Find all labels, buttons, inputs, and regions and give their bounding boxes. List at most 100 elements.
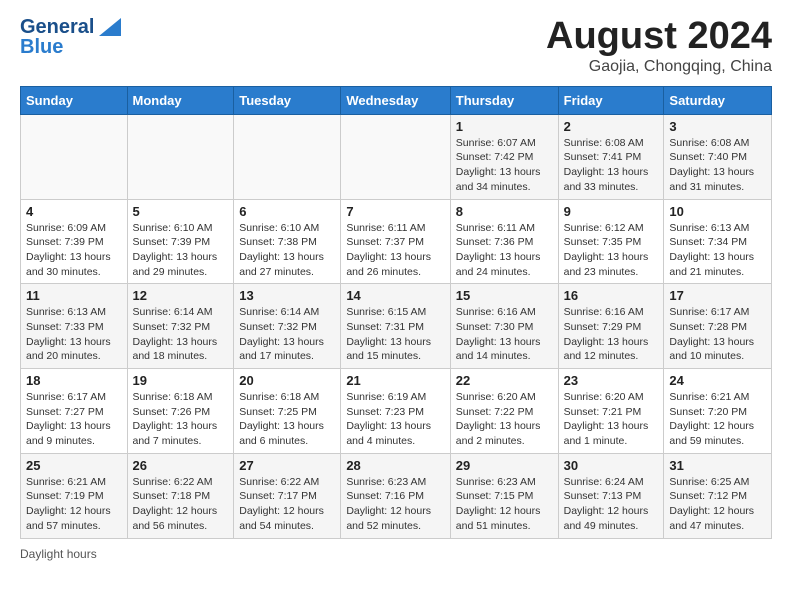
column-header-tuesday: Tuesday <box>234 86 341 114</box>
calendar-week-5: 25 Sunrise: 6:21 AM Sunset: 7:19 PM Dayli… <box>21 453 772 538</box>
calendar-cell: 2 Sunrise: 6:08 AM Sunset: 7:41 PM Daylig… <box>558 114 664 199</box>
day-number: 21 <box>346 373 444 388</box>
column-header-friday: Friday <box>558 86 664 114</box>
column-header-wednesday: Wednesday <box>341 86 450 114</box>
calendar-cell: 3 Sunrise: 6:08 AM Sunset: 7:40 PM Daylig… <box>664 114 772 199</box>
calendar-cell: 18 Sunrise: 6:17 AM Sunset: 7:27 PM Dayli… <box>21 369 128 454</box>
calendar-cell <box>21 114 128 199</box>
column-header-saturday: Saturday <box>664 86 772 114</box>
calendar-cell: 8 Sunrise: 6:11 AM Sunset: 7:36 PM Daylig… <box>450 199 558 284</box>
calendar-cell: 24Sunrise: 6:21 AM Sunset: 7:20 PM Dayli… <box>664 369 772 454</box>
calendar-cell: 25 Sunrise: 6:21 AM Sunset: 7:19 PM Dayli… <box>21 453 128 538</box>
day-number: 3 <box>669 119 766 134</box>
header: General Blue August 2024 Gaojia, Chongqi… <box>20 16 772 76</box>
page-subtitle: Gaojia, Chongqing, China <box>546 58 772 76</box>
calendar-cell: 16Sunrise: 6:16 AM Sunset: 7:29 PM Dayli… <box>558 284 664 369</box>
day-info: Sunrise: 6:23 AM Sunset: 7:15 PM Dayligh… <box>456 475 553 534</box>
day-info: Sunrise: 6:16 AM Sunset: 7:29 PM Dayligh… <box>564 305 659 364</box>
day-info: Sunrise: 6:21 AM Sunset: 7:19 PM Dayligh… <box>26 475 122 534</box>
day-info: Sunrise: 6:21 AM Sunset: 7:20 PM Dayligh… <box>669 390 766 449</box>
calendar-cell: 17Sunrise: 6:17 AM Sunset: 7:28 PM Dayli… <box>664 284 772 369</box>
column-header-thursday: Thursday <box>450 86 558 114</box>
logo-general: General <box>20 16 94 38</box>
calendar-cell: 13 Sunrise: 6:14 AM Sunset: 7:32 PM Dayli… <box>234 284 341 369</box>
day-info: Sunrise: 6:09 AM Sunset: 7:39 PM Dayligh… <box>26 221 122 280</box>
calendar-cell: 22 Sunrise: 6:20 AM Sunset: 7:22 PM Dayli… <box>450 369 558 454</box>
calendar-cell: 4 Sunrise: 6:09 AM Sunset: 7:39 PM Daylig… <box>21 199 128 284</box>
day-number: 12 <box>133 288 229 303</box>
day-number: 20 <box>239 373 335 388</box>
day-info: Sunrise: 6:20 AM Sunset: 7:21 PM Dayligh… <box>564 390 659 449</box>
day-number: 1 <box>456 119 553 134</box>
day-info: Sunrise: 6:07 AM Sunset: 7:42 PM Dayligh… <box>456 136 553 195</box>
day-number: 14 <box>346 288 444 303</box>
calendar-cell: 29 Sunrise: 6:23 AM Sunset: 7:15 PM Dayli… <box>450 453 558 538</box>
calendar-cell: 6Sunrise: 6:10 AM Sunset: 7:38 PM Daylig… <box>234 199 341 284</box>
day-number: 18 <box>26 373 122 388</box>
day-info: Sunrise: 6:23 AM Sunset: 7:16 PM Dayligh… <box>346 475 444 534</box>
day-info: Sunrise: 6:18 AM Sunset: 7:25 PM Dayligh… <box>239 390 335 449</box>
day-number: 5 <box>133 204 229 219</box>
day-info: Sunrise: 6:24 AM Sunset: 7:13 PM Dayligh… <box>564 475 659 534</box>
day-number: 11 <box>26 288 122 303</box>
calendar-cell: 14 Sunrise: 6:15 AM Sunset: 7:31 PM Dayli… <box>341 284 450 369</box>
day-number: 7 <box>346 204 444 219</box>
day-info: Sunrise: 6:08 AM Sunset: 7:40 PM Dayligh… <box>669 136 766 195</box>
page-title: August 2024 <box>546 16 772 58</box>
column-header-sunday: Sunday <box>21 86 128 114</box>
day-info: Sunrise: 6:13 AM Sunset: 7:33 PM Dayligh… <box>26 305 122 364</box>
day-number: 23 <box>564 373 659 388</box>
day-info: Sunrise: 6:25 AM Sunset: 7:12 PM Dayligh… <box>669 475 766 534</box>
day-info: Sunrise: 6:10 AM Sunset: 7:38 PM Dayligh… <box>239 221 335 280</box>
day-number: 27 <box>239 458 335 473</box>
day-number: 19 <box>133 373 229 388</box>
day-info: Sunrise: 6:16 AM Sunset: 7:30 PM Dayligh… <box>456 305 553 364</box>
daylight-label: Daylight hours <box>20 547 97 561</box>
calendar-cell: 9Sunrise: 6:12 AM Sunset: 7:35 PM Daylig… <box>558 199 664 284</box>
day-number: 30 <box>564 458 659 473</box>
calendar-cell: 11 Sunrise: 6:13 AM Sunset: 7:33 PM Dayli… <box>21 284 128 369</box>
calendar-table: SundayMondayTuesdayWednesdayThursdayFrid… <box>20 86 772 539</box>
calendar-cell: 23 Sunrise: 6:20 AM Sunset: 7:21 PM Dayli… <box>558 369 664 454</box>
calendar-week-1: 1 Sunrise: 6:07 AM Sunset: 7:42 PM Daylig… <box>21 114 772 199</box>
calendar-cell <box>127 114 234 199</box>
day-info: Sunrise: 6:15 AM Sunset: 7:31 PM Dayligh… <box>346 305 444 364</box>
day-info: Sunrise: 6:08 AM Sunset: 7:41 PM Dayligh… <box>564 136 659 195</box>
calendar-cell <box>234 114 341 199</box>
day-info: Sunrise: 6:11 AM Sunset: 7:36 PM Dayligh… <box>456 221 553 280</box>
calendar-cell: 10Sunrise: 6:13 AM Sunset: 7:34 PM Dayli… <box>664 199 772 284</box>
calendar-cell: 27 Sunrise: 6:22 AM Sunset: 7:17 PM Dayli… <box>234 453 341 538</box>
title-area: August 2024 Gaojia, Chongqing, China <box>546 16 772 76</box>
day-info: Sunrise: 6:18 AM Sunset: 7:26 PM Dayligh… <box>133 390 229 449</box>
calendar-cell: 20 Sunrise: 6:18 AM Sunset: 7:25 PM Dayli… <box>234 369 341 454</box>
day-number: 8 <box>456 204 553 219</box>
day-info: Sunrise: 6:10 AM Sunset: 7:39 PM Dayligh… <box>133 221 229 280</box>
day-number: 15 <box>456 288 553 303</box>
footer: Daylight hours <box>20 547 772 561</box>
calendar-week-3: 11 Sunrise: 6:13 AM Sunset: 7:33 PM Dayli… <box>21 284 772 369</box>
calendar-cell: 28Sunrise: 6:23 AM Sunset: 7:16 PM Dayli… <box>341 453 450 538</box>
day-number: 10 <box>669 204 766 219</box>
calendar-cell: 26 Sunrise: 6:22 AM Sunset: 7:18 PM Dayli… <box>127 453 234 538</box>
day-number: 13 <box>239 288 335 303</box>
calendar-cell: 30 Sunrise: 6:24 AM Sunset: 7:13 PM Dayli… <box>558 453 664 538</box>
calendar-cell <box>341 114 450 199</box>
day-info: Sunrise: 6:14 AM Sunset: 7:32 PM Dayligh… <box>133 305 229 364</box>
calendar-cell: 1 Sunrise: 6:07 AM Sunset: 7:42 PM Daylig… <box>450 114 558 199</box>
day-number: 22 <box>456 373 553 388</box>
calendar-cell: 19 Sunrise: 6:18 AM Sunset: 7:26 PM Dayli… <box>127 369 234 454</box>
calendar-week-4: 18 Sunrise: 6:17 AM Sunset: 7:27 PM Dayli… <box>21 369 772 454</box>
calendar-week-2: 4 Sunrise: 6:09 AM Sunset: 7:39 PM Daylig… <box>21 199 772 284</box>
day-number: 26 <box>133 458 229 473</box>
day-info: Sunrise: 6:22 AM Sunset: 7:18 PM Dayligh… <box>133 475 229 534</box>
day-info: Sunrise: 6:20 AM Sunset: 7:22 PM Dayligh… <box>456 390 553 449</box>
day-number: 29 <box>456 458 553 473</box>
day-number: 25 <box>26 458 122 473</box>
calendar-cell: 12 Sunrise: 6:14 AM Sunset: 7:32 PM Dayli… <box>127 284 234 369</box>
day-info: Sunrise: 6:17 AM Sunset: 7:27 PM Dayligh… <box>26 390 122 449</box>
day-number: 2 <box>564 119 659 134</box>
day-info: Sunrise: 6:14 AM Sunset: 7:32 PM Dayligh… <box>239 305 335 364</box>
day-info: Sunrise: 6:22 AM Sunset: 7:17 PM Dayligh… <box>239 475 335 534</box>
day-number: 4 <box>26 204 122 219</box>
calendar-cell: 7Sunrise: 6:11 AM Sunset: 7:37 PM Daylig… <box>341 199 450 284</box>
